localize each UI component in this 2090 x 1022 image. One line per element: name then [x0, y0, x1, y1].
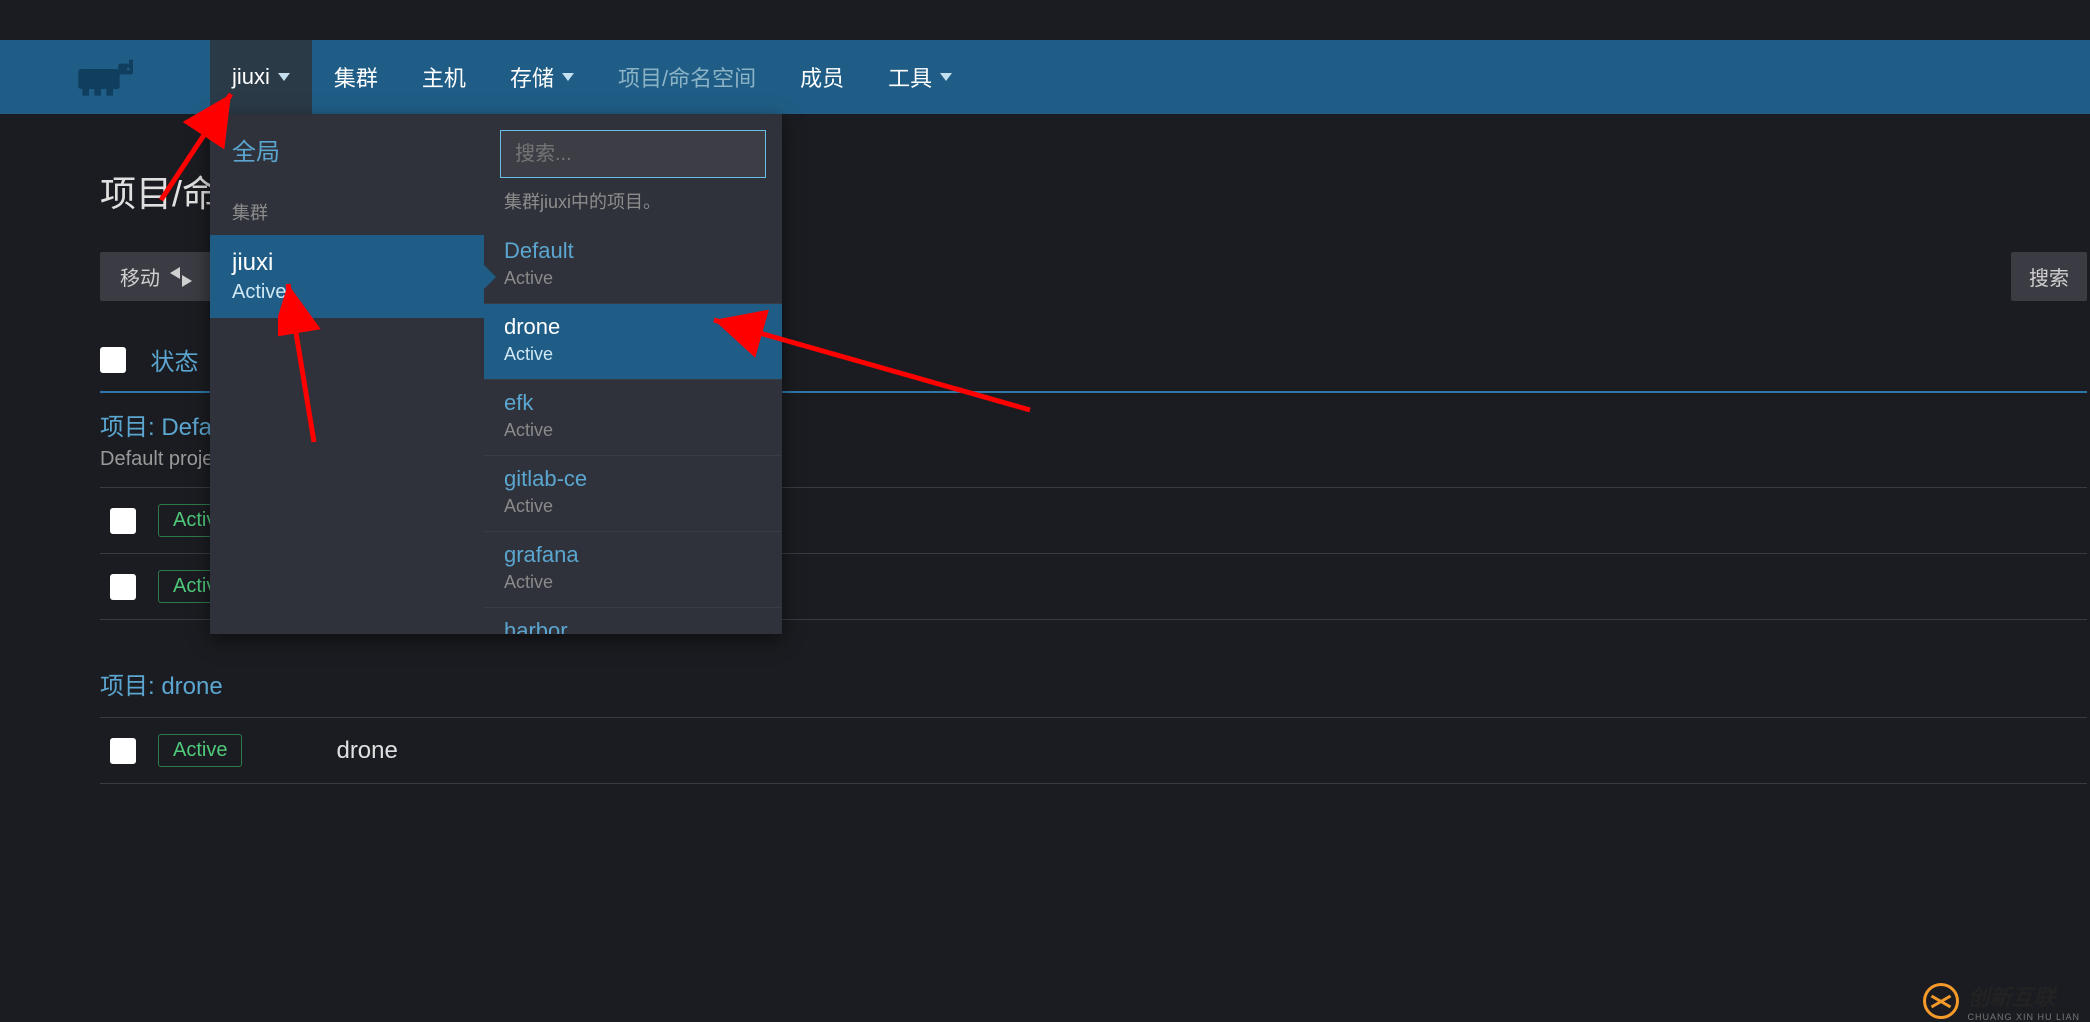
- nav-hosts[interactable]: 主机: [400, 40, 488, 114]
- dropdown-project-status: Active: [504, 496, 762, 517]
- project-group-header[interactable]: 项目: drone: [100, 652, 2087, 717]
- column-state[interactable]: 状态: [150, 342, 198, 377]
- watermark-sub: CHUANG XIN HU LIAN: [1967, 1012, 2080, 1022]
- dropdown-project-name: grafana: [504, 542, 762, 568]
- cluster-selector[interactable]: jiuxi: [210, 40, 312, 114]
- chevron-down-icon: [278, 73, 290, 81]
- header-checkbox[interactable]: [100, 347, 126, 373]
- nav-tools-label: 工具: [888, 61, 932, 93]
- table-row[interactable]: Active drone: [100, 718, 2087, 783]
- dropdown-project-name: efk: [504, 390, 762, 416]
- row-checkbox[interactable]: [110, 508, 136, 534]
- dropdown-project-status: Active: [504, 344, 762, 365]
- chevron-down-icon: [940, 73, 952, 81]
- move-button-label: 移动: [120, 262, 160, 291]
- nav-cluster[interactable]: 集群: [312, 40, 400, 114]
- dropdown-project-item[interactable]: Default Active: [484, 228, 782, 304]
- row-checkbox[interactable]: [110, 738, 136, 764]
- logo[interactable]: [0, 57, 210, 97]
- rancher-logo-icon: [70, 57, 140, 97]
- nav-members[interactable]: 成员: [778, 40, 866, 114]
- cluster-selector-label: jiuxi: [232, 64, 270, 90]
- dropdown-project-panel: 集群jiuxi中的项目。 DefaultActivedroneActiveefk…: [484, 114, 782, 634]
- dropdown-project-name: Default: [504, 238, 762, 264]
- swap-icon: [170, 267, 192, 287]
- nav-storage[interactable]: 存储: [488, 40, 596, 114]
- dropdown-project-item[interactable]: drone Active: [484, 304, 782, 380]
- dropdown-project-item[interactable]: harborActive: [484, 608, 782, 634]
- dropdown-global[interactable]: 全局: [210, 114, 484, 193]
- dropdown-cluster-item[interactable]: jiuxi Active: [210, 235, 484, 318]
- top-navbar: jiuxi 集群 主机 存储 项目/命名空间 成员 工具: [0, 40, 2090, 114]
- dropdown-cluster-name: jiuxi: [232, 249, 462, 277]
- dropdown-project-name: harbor: [504, 618, 762, 634]
- search-button[interactable]: 搜索: [2011, 252, 2087, 301]
- dropdown-cluster-status: Active: [232, 281, 462, 304]
- row-checkbox[interactable]: [110, 574, 136, 600]
- dropdown-project-item[interactable]: grafana Active: [484, 532, 782, 608]
- dropdown-project-name: drone: [504, 314, 762, 340]
- dropdown-project-status: Active: [504, 572, 762, 593]
- dropdown-project-status: Active: [504, 420, 762, 441]
- cluster-dropdown: 全局 集群 jiuxi Active 集群jiuxi中的项目。 Default A…: [210, 114, 782, 634]
- dropdown-project-item[interactable]: efk Active: [484, 380, 782, 456]
- move-button[interactable]: 移动: [100, 252, 212, 301]
- dropdown-project-item[interactable]: gitlab-ce Active: [484, 456, 782, 532]
- row-name: drone: [336, 737, 397, 765]
- watermark: 创新互联 CHUANG XIN HU LIAN: [1923, 980, 2080, 1022]
- dropdown-project-status: Active: [504, 268, 762, 289]
- dropdown-section-cluster: 集群: [210, 193, 484, 235]
- dropdown-hint: 集群jiuxi中的项目。: [484, 188, 782, 228]
- dropdown-project-name: gitlab-ce: [504, 466, 762, 492]
- nav-projects-namespaces[interactable]: 项目/命名空间: [596, 40, 778, 114]
- status-badge: Active: [158, 734, 242, 767]
- nav-storage-label: 存储: [510, 61, 554, 93]
- nav-tools[interactable]: 工具: [866, 40, 974, 114]
- watermark-brand: 创新互联: [1967, 980, 2080, 1012]
- watermark-icon: [1923, 983, 1959, 1019]
- dropdown-search-input[interactable]: [500, 130, 766, 178]
- project-group-title: 项目: drone: [100, 666, 2087, 701]
- chevron-down-icon: [562, 73, 574, 81]
